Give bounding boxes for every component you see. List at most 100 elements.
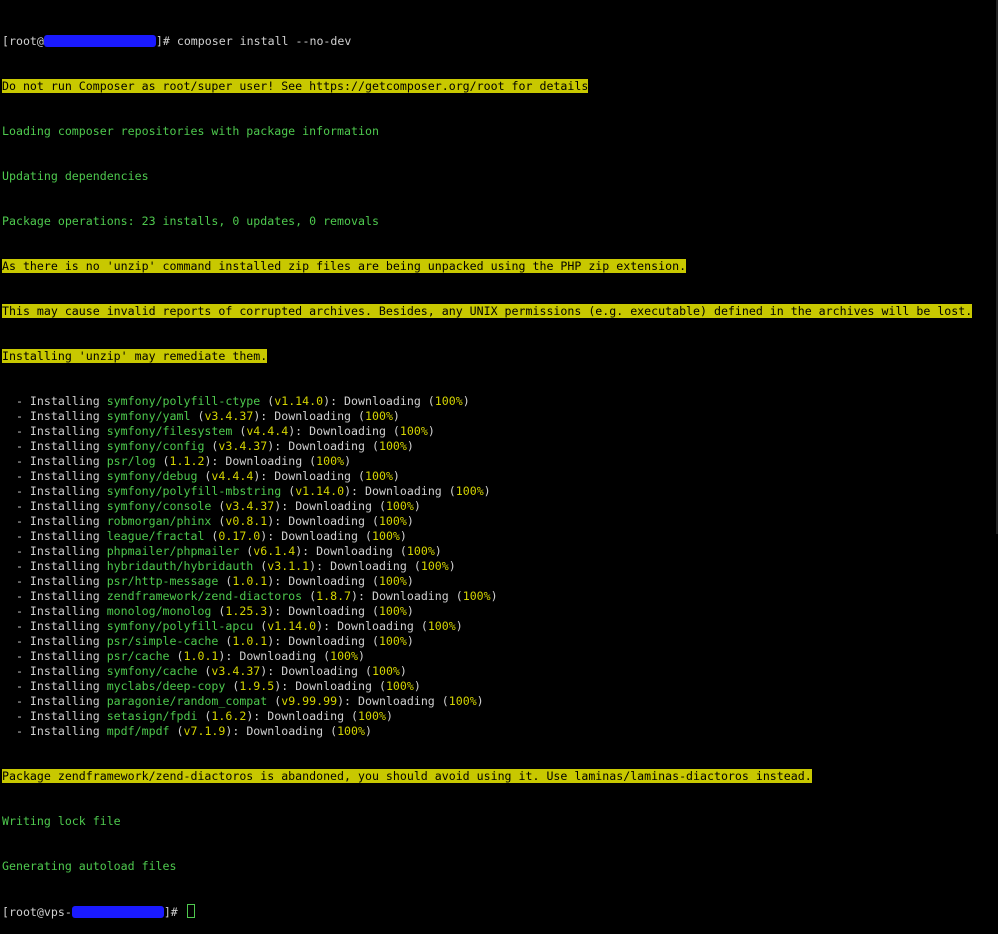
package-name: symfony/cache [106,664,198,678]
download-percent: 100% [378,634,407,648]
package-name: phpmailer/phpmailer [106,544,240,558]
install-line: - Installing symfony/polyfill-ctype (v1.… [2,394,470,408]
downloading-label: ): Downloading ( [288,424,400,438]
install-line: - Installing paragonie/random_compat (v9… [2,694,484,708]
close-paren: ) [483,484,491,498]
package-name: symfony/polyfill-apcu [106,619,254,633]
package-name: hybridauth/hybridauth [106,559,254,573]
package-version: 1.0.1 [232,574,268,588]
close-paren: ) [406,634,414,648]
downloading-label: ): Downloading ( [253,469,365,483]
package-version: 1.8.7 [316,589,352,603]
install-line: - Installing symfony/polyfill-apcu (v1.1… [2,619,463,633]
final-prompt-user: [root@vps- [2,905,72,919]
package-name: symfony/debug [106,469,198,483]
downloading-label: ): Downloading ( [253,409,365,423]
download-percent: 100% [378,439,407,453]
package-version: 1.9.5 [239,679,275,693]
package-name: robmorgan/phinx [106,514,212,528]
install-prefix: - Installing [2,544,107,558]
downloading-label: ): Downloading ( [351,589,463,603]
install-line: - Installing symfony/console (v3.4.37): … [2,499,421,513]
install-prefix: - Installing [2,424,107,438]
package-version: v6.1.4 [253,544,296,558]
redacted-hostname [43,35,156,47]
install-line: - Installing mpdf/mpdf (v7.1.9): Downloa… [2,724,372,738]
package-version: 1.0.1 [232,634,268,648]
install-prefix: - Installing [2,499,107,513]
downloading-label: ): Downloading ( [267,634,379,648]
download-percent: 100% [371,529,400,543]
unzip-warning-2-line: This may cause invalid reports of corrup… [2,304,998,319]
downloading-label: ): Downloading ( [274,679,386,693]
command-line: [root@]# composer install --no-dev [2,34,998,49]
package-name: symfony/console [106,499,212,513]
unzip-warning-2: This may cause invalid reports of corrup… [2,304,973,318]
close-paren: ) [490,589,498,603]
operations-line: Package operations: 23 installs, 0 updat… [2,214,379,228]
install-line: - Installing monolog/monolog (1.25.3): D… [2,604,414,618]
downloading-label: ): Downloading ( [204,454,317,468]
package-version: v7.1.9 [183,724,226,738]
package-version: 1.1.2 [169,454,205,468]
final-prompt-suffix: ]# [163,905,185,919]
downloading-label: ): Downloading ( [267,514,379,528]
package-version: v4.4.4 [211,469,254,483]
install-line: - Installing symfony/filesystem (v4.4.4)… [2,424,435,438]
package-version: v3.4.37 [225,499,275,513]
package-name: league/fractal [106,529,205,543]
close-paren: ) [385,709,393,723]
terminal-window[interactable]: [root@]# composer install --no-dev Do no… [0,0,998,919]
loading-line: Loading composer repositories with packa… [2,124,379,138]
downloading-label: ): Downloading ( [260,529,372,543]
download-percent: 100% [365,409,393,423]
downloading-label: ): Downloading ( [309,559,421,573]
install-prefix: - Installing [2,589,107,603]
install-prefix: - Installing [2,709,107,723]
close-paren: ) [413,679,421,693]
install-line: - Installing myclabs/deep-copy (1.9.5): … [2,679,421,693]
close-paren: ) [406,574,414,588]
downloading-label: ): Downloading ( [337,694,449,708]
download-percent: 100% [385,679,414,693]
final-prompt-line[interactable]: [root@vps- ]# [2,904,998,919]
package-version: v1.14.0 [267,619,317,633]
download-percent: 100% [371,664,400,678]
download-percent: 100% [316,454,345,468]
download-percent: 100% [337,724,365,738]
prompt-user: [root@ [2,34,44,48]
install-prefix: - Installing [2,634,107,648]
install-line: - Installing phpmailer/phpmailer (v6.1.4… [2,544,442,558]
install-prefix: - Installing [2,724,107,738]
close-paren: ) [455,619,463,633]
install-line: - Installing league/fractal (0.17.0): Do… [2,529,407,543]
package-version: v9.99.99 [281,694,338,708]
download-percent: 100% [399,424,428,438]
updating-line: Updating dependencies [2,169,149,183]
download-percent: 100% [365,469,393,483]
unzip-warning-1: As there is no 'unzip' command installed… [2,259,687,273]
unzip-warning-3-line: Installing 'unzip' may remediate them. [2,349,998,364]
install-line: - Installing psr/cache (1.0.1): Download… [2,649,365,663]
package-version: 1.25.3 [225,604,268,618]
download-percent: 100% [448,694,477,708]
install-prefix: - Installing [2,559,107,573]
package-version: 0.17.0 [218,529,261,543]
download-percent: 100% [378,604,407,618]
install-prefix: - Installing [2,514,107,528]
package-version: v3.4.37 [204,409,254,423]
cursor-icon[interactable] [186,904,195,918]
download-percent: 100% [406,544,435,558]
package-name: setasign/fpdi [106,709,198,723]
package-name: psr/log [106,454,156,468]
download-percent: 100% [378,574,407,588]
package-name: symfony/yaml [106,409,191,423]
download-percent: 100% [330,649,359,663]
downloading-label: ): Downloading ( [246,709,359,723]
install-list: - Installing symfony/polyfill-ctype (v1.… [2,394,998,739]
close-paren: ) [392,469,400,483]
install-prefix: - Installing [2,469,107,483]
root-warning-line: Do not run Composer as root/super user! … [2,79,998,94]
close-paren: ) [358,649,365,663]
close-paren: ) [392,409,400,423]
